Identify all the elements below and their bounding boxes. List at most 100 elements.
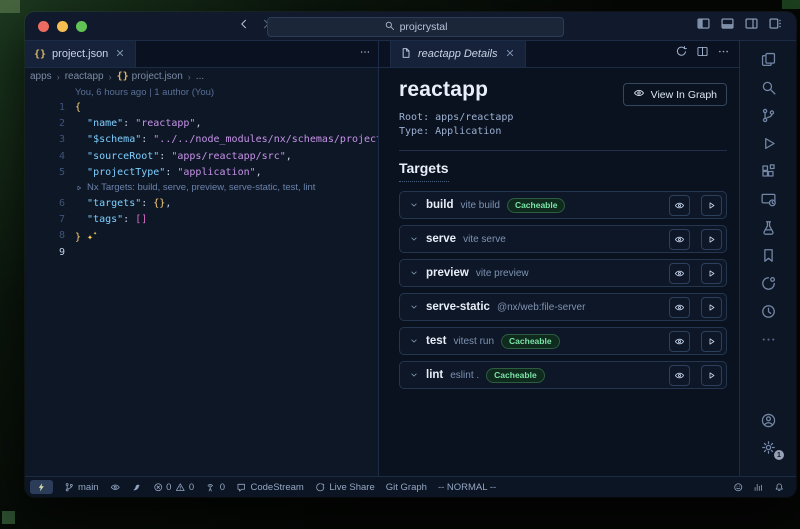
- chevron-down-icon[interactable]: [409, 302, 419, 312]
- target-command: vitest run: [453, 336, 494, 347]
- target-command: vite serve: [463, 234, 506, 245]
- editor-group-left: {} project.json apps›reactapp›{}project.…: [25, 41, 378, 476]
- close-icon: [504, 47, 516, 59]
- run-target-button[interactable]: [701, 297, 722, 318]
- target-row-preview[interactable]: previewvite preview: [399, 259, 727, 287]
- activity-testing[interactable]: [756, 219, 780, 236]
- tab-close-button[interactable]: [114, 47, 126, 62]
- target-name: serve-static: [426, 301, 490, 313]
- activity-bookmarks[interactable]: [756, 247, 780, 264]
- targets-heading: Targets: [399, 160, 449, 182]
- vscode-window: projcrystal {} project.json apps › reactap…: [25, 12, 796, 497]
- run-target-button[interactable]: [701, 365, 722, 386]
- breadcrumb-item[interactable]: {}project.json: [117, 71, 183, 82]
- activity-extensions[interactable]: [756, 163, 780, 180]
- run-icon: [760, 135, 777, 152]
- view-target-button[interactable]: [669, 195, 690, 216]
- view-target-button[interactable]: [669, 229, 690, 250]
- view-target-button[interactable]: [669, 365, 690, 386]
- view-target-button[interactable]: [669, 297, 690, 318]
- zoom-button[interactable]: [76, 21, 87, 32]
- view-target-button[interactable]: [669, 331, 690, 352]
- activity-source-control[interactable]: [756, 107, 780, 124]
- tab-reactapp-details[interactable]: reactapp Details: [390, 41, 526, 67]
- status-git-graph[interactable]: Git Graph: [386, 482, 427, 493]
- status-remote-indicator[interactable]: [30, 480, 53, 495]
- view-in-graph-button[interactable]: View In Graph: [623, 83, 727, 106]
- code-line: 5 "projectType": "application",: [25, 165, 378, 181]
- code-editor[interactable]: You, 6 hours ago | 1 author (You) 1{2 "n…: [25, 85, 378, 476]
- code-line: 2 "name": "reactapp",: [25, 115, 378, 131]
- chevron-down-icon[interactable]: [409, 268, 419, 278]
- breadcrumb-separator: ›: [188, 72, 191, 82]
- nx-targets-codelens[interactable]: Nx Targets: build, serve, preview, serve…: [25, 181, 378, 195]
- status-ports[interactable]: 0: [205, 482, 225, 493]
- status-git-branch[interactable]: main: [64, 482, 99, 493]
- eye-icon: [674, 234, 685, 245]
- status-problems[interactable]: 00: [153, 482, 195, 493]
- activity-run-and-debug[interactable]: [756, 135, 780, 152]
- activity-settings[interactable]: 1: [756, 439, 780, 456]
- back-arrow-icon: [238, 18, 250, 30]
- target-command: eslint .: [450, 370, 479, 381]
- code-token: :: [141, 134, 153, 145]
- line-content: "$schema": "../../node_modules/nx/schema…: [65, 134, 378, 145]
- nav-back-button[interactable]: [238, 17, 250, 35]
- status-assistant[interactable]: [131, 482, 142, 493]
- activity-explorer[interactable]: [756, 51, 780, 68]
- run-target-button[interactable]: [701, 229, 722, 250]
- tab-project-json[interactable]: {} project.json: [25, 41, 136, 67]
- toggle-secondary-sidebar-button[interactable]: [744, 16, 759, 36]
- activity-timeline[interactable]: [756, 303, 780, 320]
- status-codestream[interactable]: CodeStream: [236, 482, 304, 493]
- editor-action-refresh[interactable]: [675, 45, 688, 63]
- status-live-share[interactable]: Live Share: [315, 482, 375, 493]
- customize-layout-button[interactable]: [768, 16, 783, 36]
- view-target-button[interactable]: [669, 263, 690, 284]
- chevron-down-icon[interactable]: [409, 370, 419, 380]
- target-row-lint[interactable]: linteslint .Cacheable: [399, 361, 727, 389]
- target-row-serve[interactable]: servevite serve: [399, 225, 727, 253]
- toggle-panel-button[interactable]: [720, 16, 735, 36]
- status-notifications[interactable]: [774, 482, 785, 493]
- run-target-button[interactable]: [701, 331, 722, 352]
- more-icon: [717, 45, 730, 58]
- activity-gitlens[interactable]: [756, 275, 780, 292]
- line-number: 1: [25, 102, 65, 113]
- target-row-build[interactable]: buildvite buildCacheable: [399, 191, 727, 219]
- status-gitlens-blame-toggle[interactable]: [110, 482, 121, 493]
- activity-search[interactable]: [756, 79, 780, 96]
- tab-close-button[interactable]: [504, 47, 516, 62]
- run-target-button[interactable]: [701, 263, 722, 284]
- activity-remote-explorer[interactable]: [756, 191, 780, 208]
- target-row-test[interactable]: testvitest runCacheable: [399, 327, 727, 355]
- icon-slot: {}: [34, 48, 46, 60]
- toggle-primary-sidebar-button[interactable]: [696, 16, 711, 36]
- status-label: 0: [166, 482, 171, 493]
- activity-additional-views[interactable]: [756, 331, 780, 348]
- status-feedback[interactable]: [733, 482, 744, 493]
- cacheable-badge: Cacheable: [486, 368, 545, 383]
- code-token: [75, 167, 87, 178]
- activity-bar: 1: [739, 41, 796, 476]
- window-controls: [38, 21, 87, 32]
- chevron-down-icon[interactable]: [409, 200, 419, 210]
- tab-overflow-button[interactable]: [359, 41, 378, 67]
- minimize-button[interactable]: [57, 21, 68, 32]
- close-button[interactable]: [38, 21, 49, 32]
- breadcrumb-item[interactable]: apps: [30, 71, 52, 82]
- editor-action-more-actions[interactable]: [717, 45, 730, 63]
- status-stats[interactable]: [753, 482, 764, 493]
- breadcrumb-item[interactable]: reactapp: [65, 71, 104, 82]
- chevron-down-icon[interactable]: [409, 234, 419, 244]
- git-codelens[interactable]: You, 6 hours ago | 1 author (You): [25, 86, 378, 99]
- bolt-icon: [36, 482, 47, 493]
- command-center-search[interactable]: projcrystal: [267, 17, 564, 37]
- run-target-button[interactable]: [701, 195, 722, 216]
- activity-accounts[interactable]: [756, 412, 780, 429]
- status-vim-mode[interactable]: -- NORMAL --: [438, 482, 496, 493]
- chevron-down-icon[interactable]: [409, 336, 419, 346]
- breadcrumb-item[interactable]: ...: [196, 71, 204, 82]
- editor-action-split-editor[interactable]: [696, 45, 709, 63]
- target-row-serve-static[interactable]: serve-static@nx/web:file-server: [399, 293, 727, 321]
